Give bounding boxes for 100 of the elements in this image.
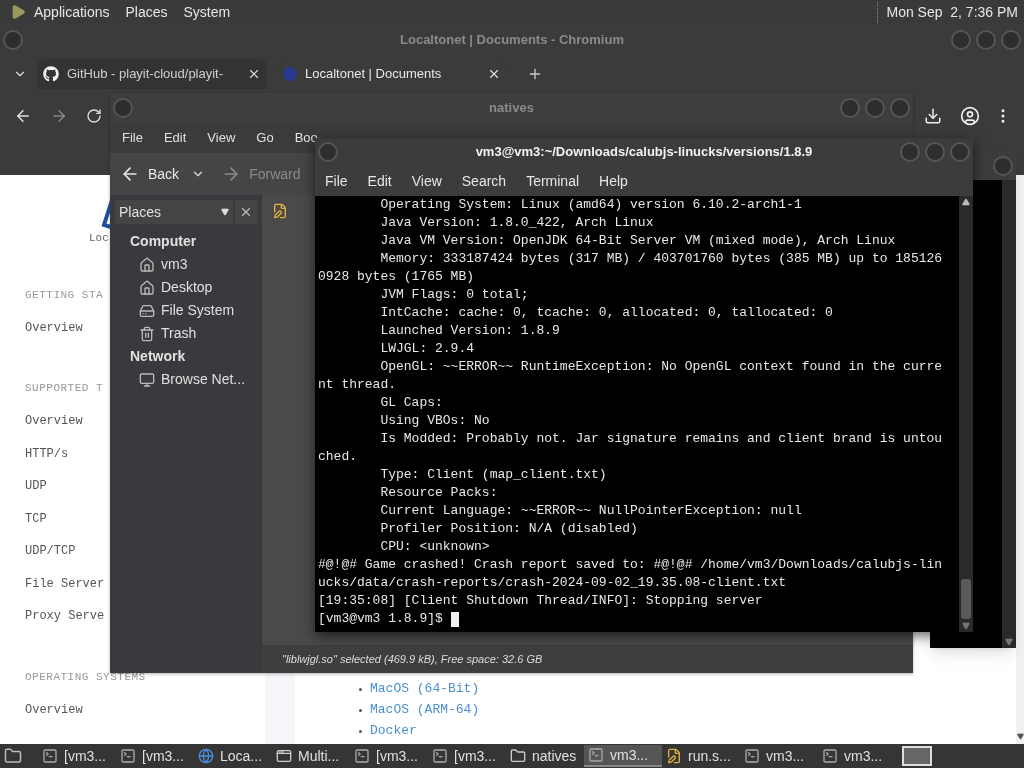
back-icon[interactable] xyxy=(14,107,32,125)
network-icon xyxy=(139,371,155,388)
terminal-line: Memory: 333187424 bytes (317 MB) / 403701760 bytes (385 MB) up to 185126 xyxy=(379,250,943,268)
nav-link[interactable]: UDP/TCP xyxy=(25,539,76,563)
menu-item[interactable]: View xyxy=(411,170,442,192)
terminal-icon xyxy=(42,748,58,764)
scroll-down-icon[interactable] xyxy=(1005,638,1013,646)
close-tab-icon[interactable] xyxy=(487,67,501,81)
menu-item[interactable]: Edit xyxy=(367,170,392,192)
terminal-icon xyxy=(822,748,838,764)
download-icon[interactable] xyxy=(924,107,942,125)
trash-icon xyxy=(139,325,155,342)
folder-icon[interactable] xyxy=(4,747,22,765)
nav-link[interactable]: TCP xyxy=(25,506,47,531)
terminal-icon xyxy=(588,747,604,763)
terminal-line: nt thread. xyxy=(318,376,396,394)
document-pen-icon xyxy=(272,203,288,219)
panel-menu[interactable]: Applications xyxy=(34,1,110,23)
nav-link[interactable]: Overview xyxy=(25,697,83,722)
places-item[interactable]: Trash xyxy=(110,322,262,345)
terminal-line: Java Version: 1.8.0_422, Arch Linux xyxy=(379,214,654,232)
scroll-down-icon[interactable] xyxy=(1016,733,1024,740)
text-cursor xyxy=(450,611,459,627)
terminal-line: OpenGL: ~~ERROR~~ RuntimeException: No OpenGL context found in the curre xyxy=(379,358,943,376)
window-menu-button[interactable] xyxy=(3,30,23,50)
taskbar-item[interactable]: vm3... xyxy=(818,745,896,767)
nav-link[interactable]: UDP xyxy=(25,474,47,498)
places-item[interactable]: vm3 xyxy=(110,253,262,276)
new-tab-icon[interactable] xyxy=(527,66,543,82)
scroll-down-icon[interactable] xyxy=(962,622,970,630)
menu-item[interactable]: Help xyxy=(599,170,628,192)
reload-icon[interactable] xyxy=(86,108,102,124)
close-tab-icon[interactable] xyxy=(247,67,261,81)
terminal-line: #@!@# Game crashed! Crash report saved to: #@!@# /home/vm3/Downloads/calubjs-lin xyxy=(318,556,943,574)
forward-icon[interactable] xyxy=(50,107,68,125)
workspace-switcher[interactable] xyxy=(902,746,932,766)
folder-icon xyxy=(510,748,526,764)
menu-item[interactable]: Search xyxy=(461,170,507,192)
menu-item[interactable]: Terminal xyxy=(526,170,580,192)
menu-item[interactable]: View xyxy=(207,128,236,148)
menu-item[interactable]: File xyxy=(122,128,143,148)
window-title: natives xyxy=(489,99,534,118)
dropdown-icon xyxy=(221,208,229,216)
menu-logo-icon[interactable] xyxy=(10,4,26,20)
scroll-up-icon[interactable] xyxy=(962,198,970,206)
scrollbar-thumb[interactable] xyxy=(961,579,971,619)
home-folder-icon xyxy=(139,279,155,296)
terminal-line: ched. xyxy=(318,448,357,466)
taskbar-item[interactable]: run.s... xyxy=(662,745,740,767)
taskbar-item[interactable]: Multi... xyxy=(272,745,350,767)
minimize-button[interactable] xyxy=(900,142,920,162)
maximize-button[interactable] xyxy=(925,142,945,162)
scrollbar[interactable] xyxy=(959,196,973,632)
taskbar-item[interactable]: vm3... xyxy=(584,745,662,767)
taskbar-item[interactable]: [vm3... xyxy=(116,745,194,767)
maximize-button[interactable] xyxy=(865,98,885,118)
window-menu-button[interactable] xyxy=(318,142,338,162)
taskbar-item[interactable]: Loca... xyxy=(194,745,272,767)
panel-menu[interactable]: Places xyxy=(125,1,168,23)
menu-item[interactable]: Go xyxy=(256,128,274,148)
menu-item[interactable]: File xyxy=(325,170,348,192)
profile-icon[interactable] xyxy=(960,106,980,126)
taskbar-item[interactable]: [vm3... xyxy=(428,745,506,767)
nav-link[interactable]: HTTP/s xyxy=(25,441,69,466)
minimize-button[interactable] xyxy=(951,30,971,50)
places-item[interactable]: Desktop xyxy=(110,276,262,299)
back-button[interactable]: Back xyxy=(120,163,180,185)
close-button[interactable] xyxy=(890,98,910,118)
maximize-button[interactable] xyxy=(976,30,996,50)
browser-tab[interactable]: GitHub - playit-cloud/playit- xyxy=(37,59,267,89)
close-pane-button[interactable] xyxy=(235,200,257,224)
clock[interactable]: Mon Sep 2, 7:36 PM xyxy=(877,1,1018,23)
menu-item[interactable]: Edit xyxy=(163,128,187,148)
close-button[interactable] xyxy=(993,156,1013,176)
taskbar-item[interactable]: [vm3... xyxy=(350,745,428,767)
nav-link[interactable]: Overview xyxy=(25,315,83,340)
places-item[interactable]: Browse Net... xyxy=(110,368,262,391)
close-button[interactable] xyxy=(1001,30,1021,50)
minimize-button[interactable] xyxy=(840,98,860,118)
scrollbar[interactable] xyxy=(1016,175,1024,744)
terminal-line: [19:35:08] [Client Shutdown Thread/INFO]: Stopping server xyxy=(318,592,763,610)
nav-link[interactable]: File Server xyxy=(25,571,105,596)
doc-link[interactable]: MacOS (ARM-64) xyxy=(370,700,480,720)
terminal-line: 0928 bytes (1765 MB) xyxy=(318,268,475,286)
doc-link[interactable]: Docker xyxy=(370,721,417,741)
nav-link[interactable]: Proxy Serve xyxy=(25,604,105,628)
window-menu-button[interactable] xyxy=(113,98,133,118)
doc-link[interactable]: MacOS (64-Bit) xyxy=(370,679,480,699)
logo-text: Loc xyxy=(89,231,109,245)
taskbar-item[interactable]: natives xyxy=(506,745,584,767)
pane-selector[interactable]: Places xyxy=(115,200,233,224)
close-button[interactable] xyxy=(950,142,970,162)
nav-link[interactable]: Overview xyxy=(25,409,83,433)
taskbar-item[interactable]: [vm3... xyxy=(38,745,116,767)
scrollbar[interactable] xyxy=(1002,180,1016,648)
terminal-line: Is Modded: Probably not. Jar signature remains and client brand is untou xyxy=(379,430,943,448)
places-item[interactable]: File System xyxy=(110,299,262,322)
terminal-line: Current Language: ~~ERROR~~ NullPointerException: null xyxy=(379,502,802,520)
panel-menu[interactable]: System xyxy=(183,1,231,23)
taskbar-item[interactable]: vm3... xyxy=(740,745,818,767)
